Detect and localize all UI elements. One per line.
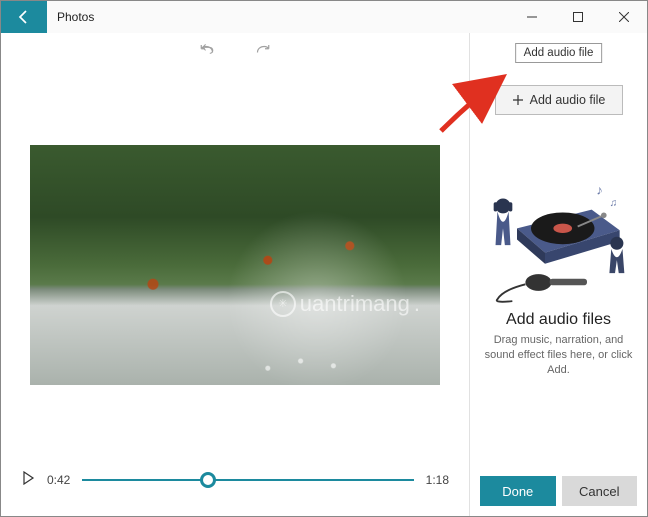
playback-controls: 0:42 1:18 xyxy=(13,456,457,504)
seek-slider[interactable] xyxy=(82,470,413,490)
seek-track xyxy=(82,479,413,481)
panel-footer: Done Cancel xyxy=(480,476,637,506)
done-button[interactable]: Done xyxy=(480,476,556,506)
minimize-button[interactable] xyxy=(509,1,555,33)
app-title: Photos xyxy=(47,1,94,33)
seek-thumb[interactable] xyxy=(200,472,216,488)
add-audio-file-button[interactable]: Add audio file xyxy=(495,85,623,115)
undo-icon xyxy=(199,42,217,60)
title-bar: Photos xyxy=(1,1,647,33)
plus-icon xyxy=(512,94,524,106)
close-button[interactable] xyxy=(601,1,647,33)
cancel-button[interactable]: Cancel xyxy=(562,476,638,506)
arrow-left-icon xyxy=(16,9,32,25)
undo-redo-row xyxy=(13,33,457,73)
svg-text:♫: ♫ xyxy=(609,198,617,209)
add-audio-tooltip: Add audio file xyxy=(515,43,603,63)
panel-empty-state: Add audio files Drag music, narration, a… xyxy=(480,311,637,378)
panel-empty-subtitle: Drag music, narration, and sound effect … xyxy=(480,333,637,378)
watermark-logo-icon xyxy=(270,291,296,317)
audio-illustration: ♪ ♫ xyxy=(480,163,637,303)
minimize-icon xyxy=(527,12,537,22)
close-icon xyxy=(619,12,629,22)
video-preview[interactable]: uantrimang. xyxy=(30,145,440,385)
video-preview-wrap: uantrimang. xyxy=(13,73,457,456)
back-button[interactable] xyxy=(1,1,47,33)
redo-icon xyxy=(253,42,271,60)
panel-header: Custom audio Add audio file xyxy=(480,41,637,59)
editor-area: uantrimang. 0:42 1:18 xyxy=(1,33,469,516)
watermark: uantrimang. xyxy=(270,291,420,317)
duration: 1:18 xyxy=(426,473,449,487)
current-time: 0:42 xyxy=(47,473,70,487)
svg-text:♪: ♪ xyxy=(596,183,603,198)
add-audio-file-label: Add audio file xyxy=(530,93,606,107)
audio-panel: Custom audio Add audio file Add audio fi… xyxy=(469,33,647,516)
play-icon xyxy=(21,471,35,485)
redo-button[interactable] xyxy=(253,42,271,65)
watermark-text: uantrimang xyxy=(300,291,410,317)
play-button[interactable] xyxy=(21,471,35,490)
panel-empty-title: Add audio files xyxy=(480,311,637,329)
turntable-illustration-icon: ♪ ♫ xyxy=(484,163,634,303)
undo-button[interactable] xyxy=(199,42,217,65)
maximize-icon xyxy=(573,12,583,22)
maximize-button[interactable] xyxy=(555,1,601,33)
window-controls xyxy=(509,1,647,33)
